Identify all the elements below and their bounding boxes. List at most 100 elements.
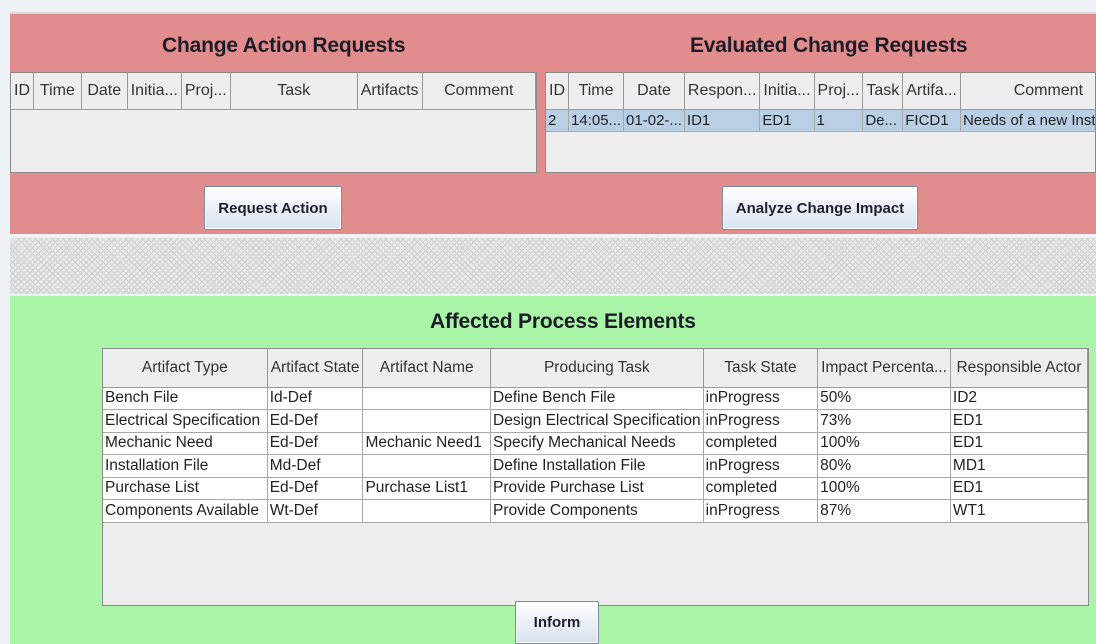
table-row[interactable]: 2 14:05... 01-02-... ID1 ED1 1 De... FICD1 Needs… bbox=[546, 109, 1095, 132]
table-cell: 80% bbox=[817, 454, 951, 478]
affected-elements-panel: Affected Process Elements Artifact Type A… bbox=[10, 296, 1096, 644]
column-header[interactable]: ID bbox=[11, 73, 34, 110]
column-header[interactable]: Date bbox=[623, 73, 685, 110]
application-window: Change Action Requests Evaluated Change … bbox=[0, 0, 1096, 644]
column-header[interactable]: Artifact Type bbox=[103, 349, 268, 388]
table-cell: Mechanic Need bbox=[103, 432, 268, 455]
table-row[interactable]: Components Available Wt-Def Provide Compon… bbox=[103, 499, 1088, 523]
table-cell bbox=[362, 409, 492, 433]
table-cell: Provide Components bbox=[490, 499, 704, 523]
table-cell: ED1 bbox=[950, 432, 1088, 455]
table-cell: Id-Def bbox=[267, 387, 364, 410]
table-cell: Md-Def bbox=[267, 454, 364, 478]
table-header-row: Artifact Type Artifact State Artifact Name… bbox=[103, 349, 1088, 388]
column-header[interactable]: Time bbox=[33, 73, 82, 110]
table-cell: ED1 bbox=[950, 409, 1088, 433]
table-cell: De... bbox=[862, 109, 904, 132]
table-row[interactable]: Bench File Id-Def Define Bench File inProgr… bbox=[103, 387, 1088, 410]
table-cell bbox=[362, 499, 492, 523]
column-header[interactable]: Artifact Name bbox=[362, 349, 492, 388]
table-cell bbox=[362, 387, 492, 410]
table-cell: inProgress bbox=[703, 387, 819, 410]
table-cell: Wt-Def bbox=[267, 499, 364, 523]
table-cell: Mechanic Need1 bbox=[362, 432, 492, 455]
column-header[interactable]: Initia... bbox=[127, 73, 182, 110]
table-cell: inProgress bbox=[703, 409, 819, 433]
table-cell: Provide Purchase List bbox=[490, 477, 704, 500]
column-header[interactable]: Artifact State bbox=[267, 349, 364, 388]
table-cell: Ed-Def bbox=[267, 409, 364, 433]
table-cell bbox=[362, 454, 492, 478]
table-cell: Specify Mechanical Needs bbox=[490, 432, 704, 455]
column-header[interactable]: Artifacts bbox=[357, 73, 423, 110]
column-header[interactable]: Task State bbox=[703, 349, 819, 388]
change-action-requests-title: Change Action Requests bbox=[162, 34, 406, 57]
table-cell: Installation File bbox=[103, 454, 268, 478]
evaluated-change-requests-table[interactable]: ID Time Date Respon... Initia... Proj... Task A… bbox=[545, 72, 1096, 173]
column-header[interactable]: Initia... bbox=[759, 73, 815, 110]
table-cell: WT1 bbox=[950, 499, 1088, 523]
affected-process-elements-title: Affected Process Elements bbox=[430, 310, 696, 333]
evaluated-grid: ID Time Date Respon... Initia... Proj... Task A… bbox=[546, 73, 1095, 132]
column-header[interactable]: ID bbox=[546, 73, 569, 110]
evaluated-change-requests-title: Evaluated Change Requests bbox=[690, 34, 968, 57]
table-cell: Purchase List1 bbox=[362, 477, 492, 500]
table-cell: 100% bbox=[817, 432, 951, 455]
table-cell: 1 bbox=[814, 109, 864, 132]
change-action-requests-table[interactable]: ID Time Date Initia... Proj... Task Artifacts C… bbox=[10, 72, 537, 173]
inform-button[interactable]: Inform bbox=[515, 601, 599, 644]
table-cell: Define Installation File bbox=[490, 454, 704, 478]
column-header[interactable]: Task bbox=[230, 73, 358, 110]
table-cell: ID2 bbox=[950, 387, 1088, 410]
table-cell: ED1 bbox=[759, 109, 815, 132]
column-header[interactable]: Artifa... bbox=[902, 73, 961, 110]
table-header-row: ID Time Date Respon... Initia... Proj... Task A… bbox=[546, 73, 1095, 110]
table-cell: Needs of a new Instrum... bbox=[960, 109, 1095, 132]
table-row[interactable]: Mechanic Need Ed-Def Mechanic Need1 Specify… bbox=[103, 432, 1088, 455]
column-header[interactable]: Comment bbox=[422, 73, 536, 110]
column-header[interactable]: Comment bbox=[960, 73, 1095, 110]
table-cell: Ed-Def bbox=[267, 432, 364, 455]
column-header[interactable]: Respon... bbox=[684, 73, 761, 110]
table-cell: 73% bbox=[817, 409, 951, 433]
table-cell: Components Available bbox=[103, 499, 268, 523]
split-pane-divider[interactable] bbox=[10, 238, 1096, 294]
column-header[interactable]: Proj... bbox=[814, 73, 864, 110]
table-cell: Electrical Specification bbox=[103, 409, 268, 433]
column-header[interactable]: Proj... bbox=[181, 73, 231, 110]
requests-panel: Change Action Requests Evaluated Change … bbox=[10, 12, 1096, 234]
change-action-grid: ID Time Date Initia... Proj... Task Artifacts C… bbox=[11, 73, 536, 110]
table-cell: 14:05... bbox=[568, 109, 625, 132]
column-header[interactable]: Date bbox=[81, 73, 128, 110]
table-header-row: ID Time Date Initia... Proj... Task Artifacts C… bbox=[11, 73, 536, 110]
table-cell: 50% bbox=[817, 387, 951, 410]
table-cell: Design Electrical Specification bbox=[490, 409, 704, 433]
request-action-button[interactable]: Request Action bbox=[204, 186, 342, 230]
table-cell: completed bbox=[703, 477, 819, 500]
table-cell: 100% bbox=[817, 477, 951, 500]
affected-process-elements-table[interactable]: Artifact Type Artifact State Artifact Name… bbox=[102, 348, 1089, 606]
column-header[interactable]: Producing Task bbox=[490, 349, 704, 388]
table-cell: inProgress bbox=[703, 454, 819, 478]
table-cell: 87% bbox=[817, 499, 951, 523]
table-cell: ED1 bbox=[950, 477, 1088, 500]
column-header[interactable]: Time bbox=[568, 73, 625, 110]
table-cell: Purchase List bbox=[103, 477, 268, 500]
column-header[interactable]: Responsible Actor bbox=[950, 349, 1088, 388]
table-cell: MD1 bbox=[950, 454, 1088, 478]
table-row[interactable]: Electrical Specification Ed-Def Design Ele… bbox=[103, 409, 1088, 433]
column-header[interactable]: Impact Percenta... bbox=[817, 349, 951, 388]
table-cell: Define Bench File bbox=[490, 387, 704, 410]
table-cell: 2 bbox=[546, 109, 569, 132]
column-header[interactable]: Task bbox=[862, 73, 904, 110]
table-cell: FICD1 bbox=[902, 109, 961, 132]
table-cell: inProgress bbox=[703, 499, 819, 523]
affected-grid: Artifact Type Artifact State Artifact Name… bbox=[103, 349, 1088, 523]
table-row[interactable]: Installation File Md-Def Define Installati… bbox=[103, 454, 1088, 478]
table-cell: ID1 bbox=[684, 109, 761, 132]
table-row[interactable]: Purchase List Ed-Def Purchase List1 Provide… bbox=[103, 477, 1088, 500]
analyze-change-impact-button[interactable]: Analyze Change Impact bbox=[722, 186, 918, 230]
table-cell: 01-02-... bbox=[623, 109, 685, 132]
table-cell: Bench File bbox=[103, 387, 268, 410]
table-cell: Ed-Def bbox=[267, 477, 364, 500]
